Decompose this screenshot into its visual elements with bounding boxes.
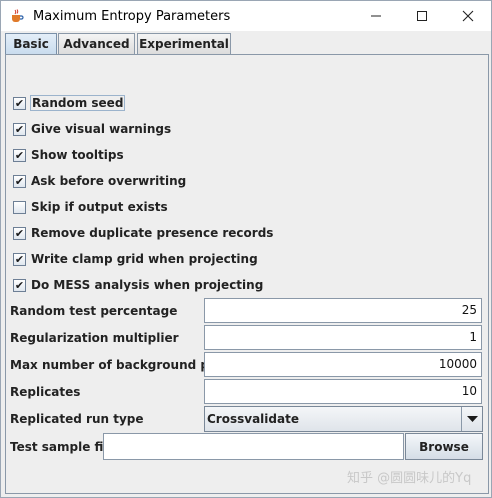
window-title: Maximum Entropy Parameters xyxy=(33,9,231,24)
checkmark-icon: ✔ xyxy=(13,226,26,240)
replicated-run-type-label: Replicated run type xyxy=(10,412,144,426)
maxent-parameters-window: Maximum Entropy Parameters Basic Advance… xyxy=(0,0,492,498)
checkbox-label: Ask before overwriting xyxy=(31,174,187,188)
checkbox-skip-if-output-exists[interactable]: Skip if output exists xyxy=(13,198,168,216)
checkbox-label: Remove duplicate presence records xyxy=(31,226,274,240)
checkmark-icon: ✔ xyxy=(13,252,26,266)
test-sample-file-label: Test sample file xyxy=(10,440,116,454)
checkbox-label: Random seed xyxy=(29,95,126,111)
replicated-run-type-select[interactable]: Crossvalidate xyxy=(204,406,483,432)
tab-basic[interactable]: Basic xyxy=(5,33,57,54)
checkmark-icon: ✔ xyxy=(13,96,26,110)
checkmark-icon: ✔ xyxy=(13,122,26,136)
minimize-button[interactable] xyxy=(353,1,399,31)
max-background-points-input[interactable]: 10000 xyxy=(204,352,482,377)
close-icon xyxy=(462,10,474,22)
checkmark-icon: ✔ xyxy=(13,278,26,292)
title-bar[interactable]: Maximum Entropy Parameters xyxy=(1,1,491,31)
checkmark-icon: ✔ xyxy=(13,174,26,188)
checkbox-random-seed[interactable]: ✔ Random seed xyxy=(13,94,126,112)
checkbox-label: Give visual warnings xyxy=(31,122,172,136)
tab-advanced[interactable]: Advanced xyxy=(58,33,135,54)
replicates-label: Replicates xyxy=(10,385,81,399)
checkbox-write-clamp-grid[interactable]: ✔ Write clamp grid when projecting xyxy=(13,250,258,268)
replicates-input[interactable]: 10 xyxy=(204,379,482,404)
regularization-multiplier-input[interactable]: 1 xyxy=(204,325,482,350)
java-cup-icon xyxy=(12,9,24,22)
checkbox-mess-analysis[interactable]: ✔ Do MESS analysis when projecting xyxy=(13,276,263,294)
checkbox-label: Write clamp grid when projecting xyxy=(31,252,258,266)
checkbox-show-tooltips[interactable]: ✔ Show tooltips xyxy=(13,146,124,164)
regularization-multiplier-label: Regularization multiplier xyxy=(10,331,179,345)
checkbox-empty xyxy=(13,200,26,214)
random-test-percentage-input[interactable]: 25 xyxy=(204,298,482,323)
maximize-button[interactable] xyxy=(399,1,445,31)
replicated-run-type-value: Crossvalidate xyxy=(207,412,299,426)
maximize-icon xyxy=(417,11,427,21)
checkbox-give-visual-warnings[interactable]: ✔ Give visual warnings xyxy=(13,120,171,138)
minimize-icon xyxy=(371,15,381,17)
checkmark-icon: ✔ xyxy=(13,148,26,162)
random-test-percentage-label: Random test percentage xyxy=(10,304,178,318)
watermark-text: 知乎 @圆圆味儿的Yq xyxy=(347,471,472,486)
checkbox-label: Do MESS analysis when projecting xyxy=(31,278,264,292)
tab-experimental[interactable]: Experimental xyxy=(137,33,231,54)
checkbox-label: Show tooltips xyxy=(31,148,124,162)
checkbox-label: Skip if output exists xyxy=(31,200,168,214)
test-sample-file-input[interactable] xyxy=(103,433,404,460)
checkbox-remove-duplicates[interactable]: ✔ Remove duplicate presence records xyxy=(13,224,273,242)
chevron-down-icon[interactable] xyxy=(461,407,482,431)
browse-button[interactable]: Browse xyxy=(405,433,483,460)
close-button[interactable] xyxy=(445,1,491,31)
checkbox-ask-before-overwriting[interactable]: ✔ Ask before overwriting xyxy=(13,172,186,190)
